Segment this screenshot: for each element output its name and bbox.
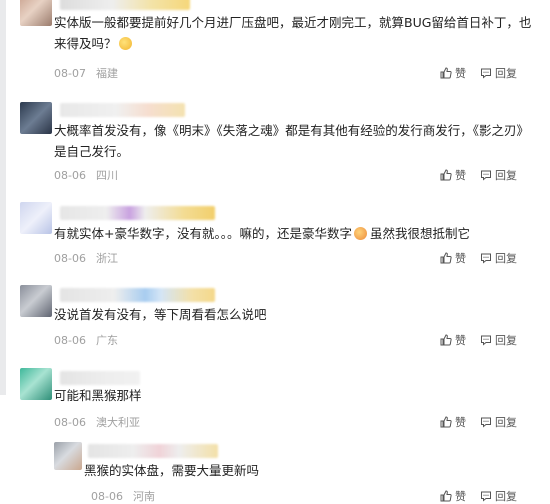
reply-button[interactable]: 回复 xyxy=(480,414,517,430)
comment-body: 黑猴的实体盘，需要大量更新吗 xyxy=(84,463,260,478)
reply-item: 黑猴的实体盘，需要大量更新吗 08-06 河南 赞 回复 xyxy=(54,442,544,503)
username-blurred[interactable] xyxy=(88,444,218,458)
avatar[interactable] xyxy=(20,285,52,317)
username-blurred[interactable] xyxy=(60,0,190,10)
comment-text: 实体版一般都要提前好几个月进厂压盘吧，最近才刚完工，就算BUG留给首日补丁，也来… xyxy=(54,12,538,54)
comment-location: 浙江 xyxy=(95,252,118,265)
comment-text: 没说首发有没有，等下周看看怎么说吧 xyxy=(54,304,538,325)
reply-bubble-icon xyxy=(481,491,491,502)
comment-date: 08-06 xyxy=(54,334,86,347)
reply-label: 回复 xyxy=(495,334,517,347)
reply-bubble-icon xyxy=(481,170,491,181)
comment-body: 没说首发有没有，等下周看看怎么说吧 xyxy=(54,307,267,322)
thumbs-up-icon xyxy=(440,169,452,181)
like-button[interactable]: 赞 xyxy=(440,167,466,183)
username-blurred[interactable] xyxy=(60,206,215,220)
thumbs-up-icon xyxy=(440,67,452,79)
avatar[interactable] xyxy=(54,442,82,470)
like-button[interactable]: 赞 xyxy=(440,488,466,504)
like-label: 赞 xyxy=(455,334,466,347)
reply-label: 回复 xyxy=(495,169,517,182)
like-label: 赞 xyxy=(455,67,466,80)
reply-button[interactable]: 回复 xyxy=(480,332,517,348)
comment-location: 广东 xyxy=(95,334,118,347)
reply-button[interactable]: 回复 xyxy=(480,488,517,504)
like-button[interactable]: 赞 xyxy=(440,414,466,430)
comment-meta: 08-06 澳大利亚 xyxy=(54,414,140,430)
reply-label: 回复 xyxy=(495,252,517,265)
username-blurred[interactable] xyxy=(60,288,215,302)
like-button[interactable]: 赞 xyxy=(440,250,466,266)
comment-meta: 08-06 四川 xyxy=(54,167,118,183)
thumbs-up-icon xyxy=(440,490,452,502)
comment-location: 福建 xyxy=(95,67,118,80)
thumbs-up-icon xyxy=(440,416,452,428)
username-blurred[interactable] xyxy=(60,371,140,385)
grimace-emoji-icon xyxy=(353,227,367,240)
comment-date: 08-06 xyxy=(54,416,86,429)
avatar[interactable] xyxy=(20,368,52,400)
comment-location: 四川 xyxy=(95,169,118,182)
like-label: 赞 xyxy=(455,416,466,429)
comment-item: 大概率首发没有，像《明末》《失落之魂》都是有其他有经验的发行商发行，《影之刃》是… xyxy=(20,98,544,188)
comment-body: 可能和黑猴那样 xyxy=(54,388,142,403)
thinking-emoji-icon xyxy=(118,37,132,50)
reply-bubble-icon xyxy=(481,417,491,428)
reply-button[interactable]: 回复 xyxy=(480,65,517,81)
comment-text: 有就实体+豪华数字，没有就。。。嘛的，还是豪华数字 虽然我很想抵制它 xyxy=(54,223,538,244)
comment-meta: 08-06 浙江 xyxy=(54,250,118,266)
reply-button[interactable]: 回复 xyxy=(480,250,517,266)
avatar[interactable] xyxy=(20,0,52,26)
like-label: 赞 xyxy=(455,169,466,182)
like-label: 赞 xyxy=(455,490,466,503)
avatar[interactable] xyxy=(20,102,52,134)
thread-indent-bar xyxy=(0,0,6,395)
comment-item: 实体版一般都要提前好几个月进厂压盘吧，最近才刚完工，就算BUG留给首日补丁，也来… xyxy=(20,0,544,84)
like-label: 赞 xyxy=(455,252,466,265)
thumbs-up-icon xyxy=(440,252,452,264)
comment-date: 08-06 xyxy=(54,169,86,182)
comment-date: 08-07 xyxy=(54,67,86,80)
comment-text: 黑猴的实体盘，需要大量更新吗 xyxy=(84,460,538,481)
reply-label: 回复 xyxy=(495,490,517,503)
comment-date: 08-06 xyxy=(91,490,123,503)
comment-date: 08-06 xyxy=(54,252,86,265)
like-button[interactable]: 赞 xyxy=(440,65,466,81)
comment-text: 可能和黑猴那样 xyxy=(54,385,538,406)
comment-meta: 08-06 广东 xyxy=(54,332,118,348)
reply-label: 回复 xyxy=(495,67,517,80)
comment-item: 没说首发有没有，等下周看看怎么说吧 08-06 广东 赞 回复 xyxy=(20,285,544,355)
comment-location: 澳大利亚 xyxy=(95,416,140,429)
comment-item: 可能和黑猴那样 08-06 澳大利亚 赞 回复 xyxy=(20,368,544,433)
comment-body: 有就实体+豪华数字，没有就。。。嘛的，还是豪华数字 xyxy=(54,226,352,241)
avatar[interactable] xyxy=(20,202,52,234)
comment-body: 大概率首发没有，像《明末》《失落之魂》都是有其他有经验的发行商发行，《影之刃》是… xyxy=(54,123,530,159)
comment-meta: 08-07 福建 xyxy=(54,65,118,81)
reply-label: 回复 xyxy=(495,416,517,429)
reply-bubble-icon xyxy=(481,68,491,79)
comment-text: 大概率首发没有，像《明末》《失落之魂》都是有其他有经验的发行商发行，《影之刃》是… xyxy=(54,120,538,162)
reply-button[interactable]: 回复 xyxy=(480,167,517,183)
like-button[interactable]: 赞 xyxy=(440,332,466,348)
reply-bubble-icon xyxy=(481,253,491,264)
thumbs-up-icon xyxy=(440,334,452,346)
comment-item: 有就实体+豪华数字，没有就。。。嘛的，还是豪华数字 虽然我很想抵制它 08-06 浙… xyxy=(20,200,544,270)
comment-meta: 08-06 河南 xyxy=(91,488,155,504)
comment-body-tail: 虽然我很想抵制它 xyxy=(369,226,470,241)
comment-location: 河南 xyxy=(132,490,155,503)
username-blurred[interactable] xyxy=(60,103,185,117)
reply-bubble-icon xyxy=(481,335,491,346)
